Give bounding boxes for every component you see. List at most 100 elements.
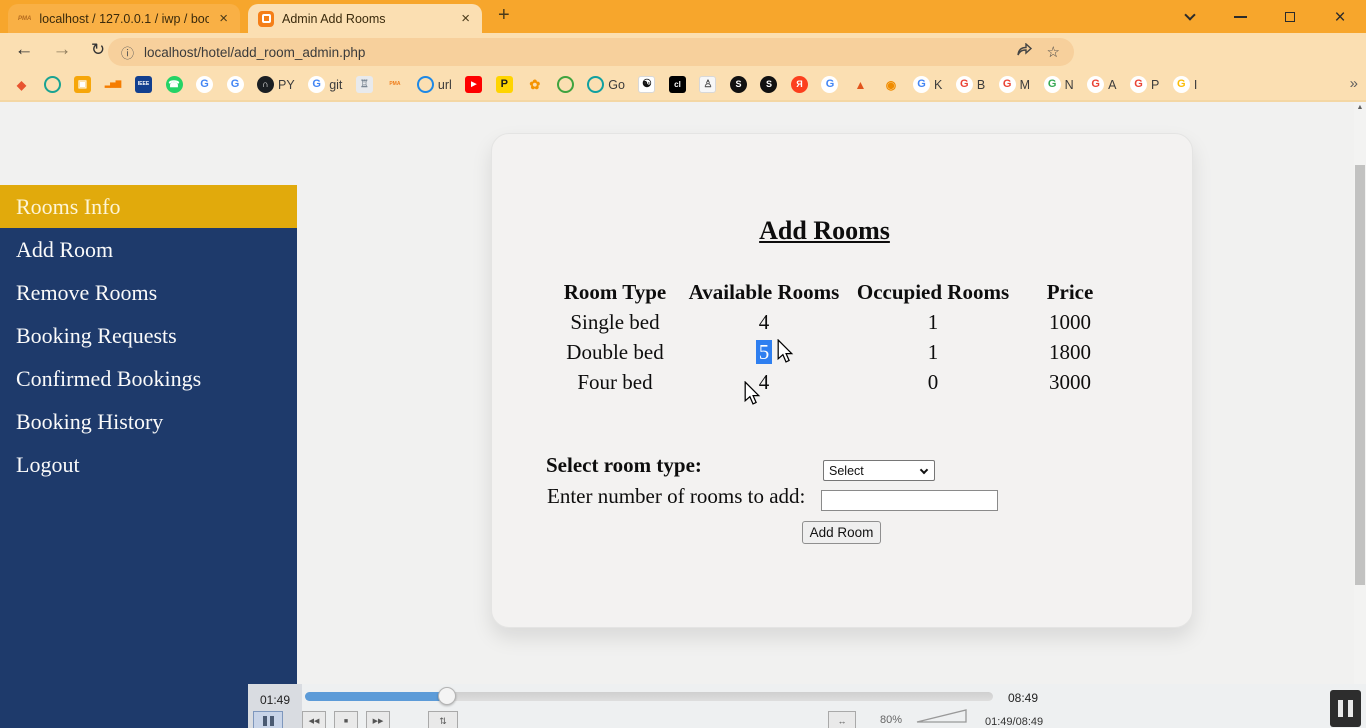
seek-bar-fill [305, 692, 447, 701]
recorder-pause-button[interactable] [1330, 690, 1361, 727]
bookmark-url-tool[interactable]: url [417, 76, 452, 93]
bookmark-google-n[interactable]: GN [1044, 76, 1074, 93]
bookmark-google-git[interactable]: Ggit [308, 76, 342, 93]
audio-button[interactable]: ↔ [828, 711, 856, 728]
bookmark-godaddy-go[interactable]: Go [587, 76, 625, 93]
total-time: 08:49 [1008, 691, 1038, 705]
bookmark-analytics[interactable]: ▂▅▇ [105, 76, 122, 93]
ring-green-icon [557, 76, 574, 93]
chevron-down-icon [920, 466, 928, 474]
bookmark-panda-bw[interactable]: ☯ [638, 76, 655, 93]
google-1-icon: G [196, 76, 213, 93]
bookmark-phpmyadmin[interactable]: PMA [386, 76, 403, 93]
sidebar-item-add-room[interactable]: Add Room [0, 228, 297, 271]
bookmark-dart[interactable]: ◆ [13, 76, 30, 93]
bookmark-scihub-2[interactable]: S [760, 76, 777, 93]
bookmark-p-yellow[interactable]: P [496, 76, 513, 93]
address-bar[interactable]: ⓘ localhost/hotel/add_room_admin.php ☆ [108, 38, 1074, 66]
next-button[interactable]: ▶▶ [366, 711, 390, 728]
bookmark-figure[interactable]: ♙ [699, 76, 716, 93]
yandex-icon: Я [791, 76, 808, 93]
site-info-icon[interactable]: ⓘ [121, 43, 134, 62]
bookmark-cl-black[interactable]: cl [669, 76, 686, 93]
browser-toolbar: ← → ↻ ⓘ localhost/hotel/add_room_admin.p… [0, 33, 1366, 69]
minimize-button[interactable] [1230, 7, 1250, 27]
bookmark-yandex[interactable]: Я [791, 76, 808, 93]
ieee-icon: IEEE [135, 76, 152, 93]
cell-occupied: 0 [844, 367, 1022, 397]
sidebar-item-remove-rooms[interactable]: Remove Rooms [0, 271, 297, 314]
bookmark-eye-orange[interactable]: ◉ [882, 76, 899, 93]
google-2-icon: G [227, 76, 244, 93]
rooms-to-add-input[interactable] [821, 490, 998, 511]
table-row: Single bed 4 1 1000 [546, 307, 1118, 337]
bookmark-google-i[interactable]: GI [1173, 76, 1197, 93]
google-k-icon: G [913, 76, 930, 93]
sidebar-item-rooms-info[interactable]: Rooms Info [0, 185, 297, 228]
bookmark-google-m[interactable]: GM [999, 76, 1030, 93]
url-tool-icon [417, 76, 434, 93]
bookmark-star-icon[interactable]: ☆ [1047, 43, 1060, 61]
bookmark-youtube[interactable]: ▶ [465, 76, 482, 93]
bookmark-scihub-1[interactable]: S [730, 76, 747, 93]
new-tab-button[interactable]: + [498, 4, 510, 27]
scihub-2-icon: S [760, 76, 777, 93]
bookmark-google-3[interactable]: G [821, 76, 838, 93]
bookmark-google-p[interactable]: GP [1130, 76, 1159, 93]
bookmark-label: PY [278, 78, 295, 92]
bookmark-matlab[interactable]: ▲ [852, 76, 869, 93]
cell-room-type: Single bed [546, 307, 684, 337]
docs-orange-icon: ▣ [74, 76, 91, 93]
bookmark-docs-orange[interactable]: ▣ [74, 76, 91, 93]
previous-button[interactable]: ◀◀ [302, 711, 326, 728]
player-time-display: 01:49/08:49 [985, 716, 1043, 728]
bookmark-flower-orange[interactable]: ✿ [526, 76, 543, 93]
sidebar-item-booking-requests[interactable]: Booking Requests [0, 314, 297, 357]
bookmark-google-k[interactable]: GK [913, 76, 942, 93]
scroll-up-icon[interactable]: ▲ [1354, 104, 1366, 111]
sidebar-item-confirmed-bookings[interactable]: Confirmed Bookings [0, 357, 297, 400]
flower-orange-icon: ✿ [526, 76, 543, 93]
tab-admin-add-rooms[interactable]: Admin Add Rooms × [248, 4, 482, 33]
window-controls: × [1180, 0, 1366, 33]
bookmark-google-1[interactable]: G [196, 76, 213, 93]
url-text[interactable]: localhost/hotel/add_room_admin.php [144, 45, 1017, 60]
scrollbar-thumb[interactable] [1355, 165, 1365, 585]
page-scrollbar[interactable]: ▲ [1354, 102, 1366, 684]
pause-button[interactable] [253, 711, 283, 728]
bookmark-github[interactable]: ∩PY [257, 76, 295, 93]
bookmark-whatsapp[interactable]: ☎ [166, 76, 183, 93]
step-button[interactable]: ⇅ [428, 711, 458, 728]
stop-button[interactable]: ■ [334, 711, 358, 728]
tab-phpmyadmin[interactable]: PMA localhost / 127.0.0.1 / iwp / book × [8, 4, 240, 33]
tab-search-chevron-icon[interactable] [1180, 7, 1200, 27]
google-a-icon: G [1087, 76, 1104, 93]
back-button[interactable]: ← [10, 36, 38, 64]
bookmark-google-2[interactable]: G [227, 76, 244, 93]
cell-available: 5 [684, 337, 844, 367]
forward-button[interactable]: → [48, 36, 76, 64]
volume-cone-icon[interactable] [916, 708, 968, 728]
restore-button[interactable] [1280, 7, 1300, 27]
seek-bar[interactable] [305, 692, 993, 701]
bookmark-crest[interactable]: ♖ [356, 76, 373, 93]
seek-handle[interactable] [438, 687, 456, 705]
sidebar-item-booking-history[interactable]: Booking History [0, 400, 297, 443]
bookmark-google-a[interactable]: GA [1087, 76, 1116, 93]
matlab-icon: ▲ [852, 76, 869, 93]
room-type-select[interactable]: Select [823, 460, 935, 481]
tab-close-icon[interactable]: × [217, 10, 230, 27]
bookmark-ring-green[interactable] [557, 76, 574, 93]
bookmark-google-b[interactable]: GB [956, 76, 985, 93]
bookmarks-list: ◆▣▂▅▇IEEE☎GG∩PYGgit♖PMAurl▶P✿Go☯cl♙SSЯG▲… [13, 76, 1197, 93]
sidebar-item-logout[interactable]: Logout [0, 443, 297, 486]
bookmark-ieee[interactable]: IEEE [135, 76, 152, 93]
phpmyadmin-favicon-icon: PMA [18, 16, 31, 22]
cell-available: 4 [684, 307, 844, 337]
tab-close-icon[interactable]: × [459, 10, 472, 27]
bookmark-godaddy[interactable] [44, 76, 61, 93]
share-icon[interactable] [1017, 43, 1033, 62]
add-room-button[interactable]: Add Room [802, 521, 881, 544]
close-window-button[interactable]: × [1330, 7, 1350, 27]
bookmarks-overflow-icon[interactable]: » [1350, 75, 1358, 92]
